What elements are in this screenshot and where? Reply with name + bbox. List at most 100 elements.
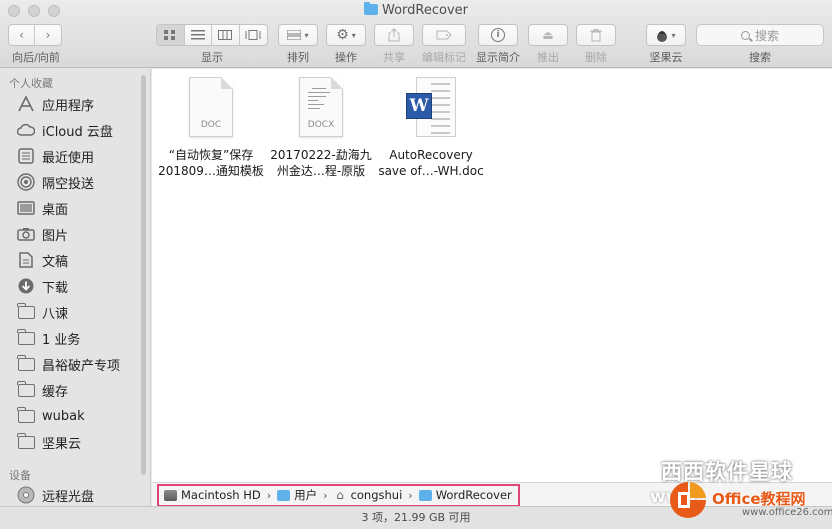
get-info-button[interactable]: i (478, 24, 518, 46)
sort-button[interactable]: ▾ (278, 24, 318, 46)
nav-label: 向后/向前 (12, 51, 60, 64)
sidebar-item-label: iCloud 云盘 (42, 124, 113, 140)
office-logo-icon (670, 482, 706, 518)
sidebar-item-label: wubak (42, 408, 85, 424)
share-icon (388, 28, 400, 42)
list-view-button[interactable] (185, 25, 212, 45)
file-name-line2: 州金达…程-原版 (276, 164, 366, 178)
home-icon: ⌂ (336, 487, 344, 502)
disc-icon (17, 486, 35, 504)
sidebar-item-icloud[interactable]: iCloud 云盘 (17, 119, 113, 141)
sidebar-item-label: 最近使用 (42, 150, 95, 166)
sidebar-item-desktop[interactable]: 桌面 (17, 197, 68, 219)
sidebar-item-folder-bankruptcy[interactable]: 昌裕破产专项 (17, 353, 120, 375)
delete-button[interactable] (576, 24, 616, 46)
search-input[interactable]: 搜索 (696, 24, 824, 46)
document-lines-icon (308, 88, 330, 112)
sidebar-item-label: 图片 (42, 228, 69, 244)
nutstore-label: 坚果云 (649, 51, 683, 64)
sidebar-item-remote-disc[interactable]: 远程光盘 (17, 484, 94, 506)
file-name: 20170222-勐海九 州金达…程-原版 (266, 147, 376, 179)
sidebar-scrollbar[interactable] (141, 75, 146, 475)
devices-header: 设备 (9, 469, 31, 482)
sidebar-item-label: 坚果云 (42, 436, 82, 452)
gallery-view-button[interactable] (240, 25, 267, 45)
eject-label: 推出 (537, 51, 559, 64)
nutstore-button[interactable]: ▾ (646, 24, 686, 46)
sidebar-item-pictures[interactable]: 图片 (17, 223, 68, 245)
doc-file-icon: DOC (189, 77, 233, 137)
action-label: 操作 (335, 51, 357, 64)
folder-icon (17, 354, 35, 372)
watermark-url: www.office26.com (742, 507, 832, 518)
watermark-office: Office教程网 (712, 490, 806, 508)
file-name-line2: save of…-WH.doc (378, 164, 484, 178)
file-name-line1: “自动恢复”保存 (168, 148, 254, 162)
file-name: AutoRecovery save of…-WH.doc (376, 147, 486, 179)
file-name-line2: 201809…通知模板 (158, 164, 264, 178)
forward-button[interactable]: › (35, 25, 61, 45)
search-placeholder: 搜索 (754, 28, 779, 43)
sidebar-item-folder-wubak[interactable]: wubak (17, 405, 85, 427)
action-button[interactable]: ⚙ ▾ (326, 24, 366, 46)
breadcrumb-label: congshui (350, 488, 403, 502)
window-title: WordRecover (0, 2, 832, 18)
sidebar-item-applications[interactable]: 应用程序 (17, 93, 94, 115)
camera-icon (17, 226, 35, 242)
chevron-down-icon: ▾ (351, 30, 356, 40)
sidebar-item-label: 下载 (42, 280, 69, 296)
breadcrumb-item-home[interactable]: ⌂ congshui (334, 487, 403, 502)
breadcrumb-label: 用户 (294, 488, 318, 502)
trash-icon (590, 28, 602, 41)
chevron-left-icon: ‹ (19, 28, 24, 42)
search-icon (740, 30, 750, 40)
sidebar-item-folder-cache[interactable]: 缓存 (17, 379, 68, 401)
sidebar-item-documents[interactable]: 文稿 (17, 249, 68, 271)
sidebar-item-label: 远程光盘 (42, 489, 95, 505)
folder-icon (17, 302, 35, 320)
sidebar-item-folder-nutstore[interactable]: 坚果云 (17, 431, 81, 453)
folder-icon (364, 2, 378, 15)
folder-icon (17, 380, 35, 398)
breadcrumb-item-users[interactable]: 用户 (277, 487, 317, 503)
breadcrumb-item-wordrecover[interactable]: WordRecover (418, 488, 512, 502)
sidebar-item-folder-bajian[interactable]: 八谏 (17, 301, 68, 323)
desktop-icon (17, 200, 35, 216)
sidebar-item-label: 八谏 (42, 306, 69, 322)
edit-tags-label: 编辑标记 (422, 51, 466, 64)
back-button[interactable]: ‹ (9, 25, 36, 45)
gallery-icon (245, 30, 261, 40)
chevron-right-icon: › (45, 28, 51, 42)
sidebar-item-downloads[interactable]: 下载 (17, 275, 68, 297)
sidebar-item-folder-business[interactable]: 1 业务 (17, 327, 80, 349)
delete-label: 删除 (585, 51, 607, 64)
sidebar-item-recents[interactable]: 最近使用 (17, 145, 94, 167)
gear-icon: ⚙ (336, 27, 349, 43)
hard-drive-icon (164, 489, 177, 501)
folder-icon (17, 432, 35, 450)
search-label: 搜索 (749, 51, 771, 64)
eject-button[interactable]: ⏏ (528, 24, 568, 46)
view-mode-segment (156, 24, 268, 46)
sort-label: 排列 (287, 51, 309, 64)
sidebar-item-airdrop[interactable]: 隔空投送 (17, 171, 94, 193)
folder-icon (17, 328, 35, 346)
applications-icon (17, 96, 35, 112)
file-ext: DOCX (307, 120, 335, 130)
info-icon: i (491, 28, 505, 42)
eject-icon: ⏏ (542, 28, 554, 42)
breadcrumb-item-macintosh-hd[interactable]: Macintosh HD (164, 488, 261, 502)
cloud-icon (17, 122, 35, 138)
status-text: 3 项，21.99 GB 可用 (361, 511, 471, 524)
folder-icon (17, 406, 35, 424)
column-view-button[interactable] (212, 25, 240, 45)
nut-icon (657, 30, 668, 42)
chevron-right-icon: › (408, 488, 413, 502)
share-button[interactable] (374, 24, 414, 46)
columns-icon (218, 30, 233, 40)
file-name: “自动恢复”保存 201809…通知模板 (156, 147, 266, 179)
folder-icon (277, 489, 291, 501)
docx-file-icon: DOCX (299, 77, 343, 137)
edit-tags-button[interactable] (422, 24, 466, 46)
icon-view-button[interactable] (157, 25, 185, 45)
